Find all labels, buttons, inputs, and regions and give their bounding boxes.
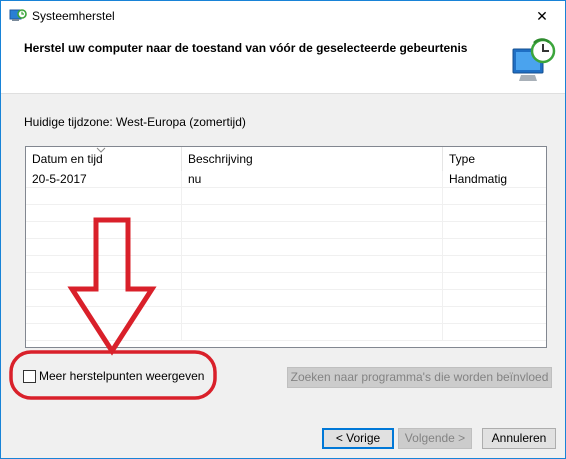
table-row-empty bbox=[26, 256, 546, 273]
next-button[interactable]: Volgende > bbox=[398, 428, 472, 449]
timezone-label: Huidige tijdzone: West-Europa (zomertijd… bbox=[24, 115, 246, 129]
scan-affected-programs-button[interactable]: Zoeken naar programma's die worden beïnv… bbox=[287, 367, 552, 388]
close-button[interactable]: ✕ bbox=[519, 1, 565, 31]
restore-points-table[interactable]: Datum en tijd Beschrijving Type 20-5-201… bbox=[25, 146, 547, 348]
column-header-date[interactable]: Datum en tijd bbox=[26, 147, 182, 171]
back-button[interactable]: < Vorige bbox=[322, 428, 394, 449]
table-header: Datum en tijd Beschrijving Type bbox=[26, 147, 546, 171]
wizard-header: Herstel uw computer naar de toestand van… bbox=[1, 31, 565, 94]
table-row-empty bbox=[26, 307, 546, 324]
table-row-empty bbox=[26, 324, 546, 341]
title-bar: Systeemherstel ✕ bbox=[1, 1, 565, 31]
table-row[interactable]: 20-5-2017 nu Handmatig bbox=[26, 171, 546, 188]
table-row-empty bbox=[26, 222, 546, 239]
page-title: Herstel uw computer naar de toestand van… bbox=[24, 41, 468, 55]
table-row-empty bbox=[26, 205, 546, 222]
column-header-type[interactable]: Type bbox=[443, 147, 546, 171]
show-more-restore-points-checkbox[interactable]: Meer herstelpunten weergeven bbox=[23, 368, 204, 384]
table-row-empty bbox=[26, 188, 546, 205]
system-restore-icon bbox=[512, 38, 556, 81]
cell-date: 20-5-2017 bbox=[26, 171, 182, 188]
table-row-empty bbox=[26, 290, 546, 307]
chevron-down-icon bbox=[96, 147, 106, 153]
system-restore-window: Systeemherstel ✕ Herstel uw computer naa… bbox=[0, 0, 566, 459]
table-row-empty bbox=[26, 273, 546, 290]
cell-description: nu bbox=[182, 171, 443, 188]
system-restore-app-icon bbox=[9, 9, 27, 21]
close-icon: ✕ bbox=[536, 7, 548, 24]
window-title: Systeemherstel bbox=[32, 9, 115, 23]
table-row-empty bbox=[26, 239, 546, 256]
column-header-description[interactable]: Beschrijving bbox=[182, 147, 443, 171]
checkbox-label: Meer herstelpunten weergeven bbox=[39, 369, 205, 383]
checkbox-box[interactable] bbox=[23, 369, 36, 383]
cancel-button[interactable]: Annuleren bbox=[482, 428, 556, 449]
cell-type: Handmatig bbox=[449, 172, 508, 186]
